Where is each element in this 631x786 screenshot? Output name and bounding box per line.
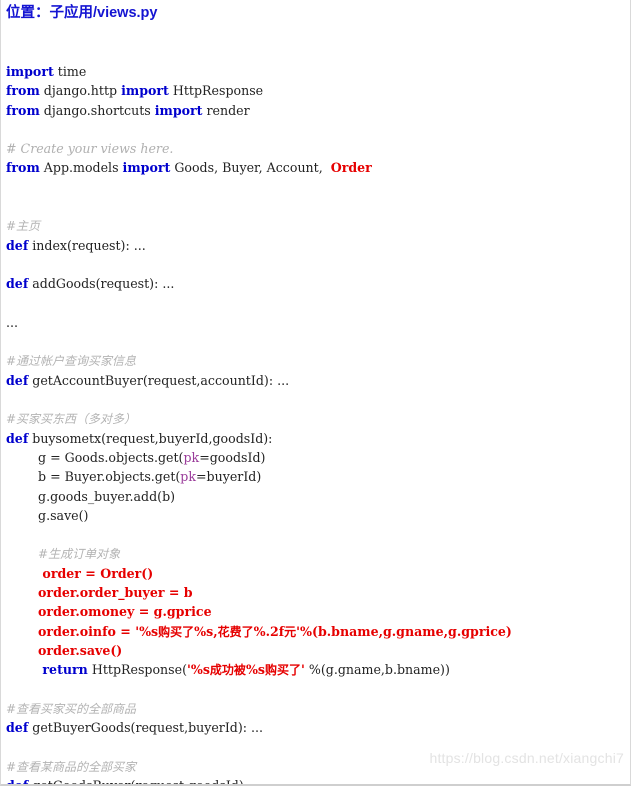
code-token-kw: from: [6, 83, 40, 99]
cjk-text: 元: [284, 624, 297, 639]
code-token-plain: HttpResponse(: [87, 662, 187, 678]
code-token-param: pk: [183, 449, 200, 465]
code-line: g.goods_buyer.add(b): [6, 487, 628, 506]
code-token-kw: from: [6, 102, 40, 118]
cjk-text: 购买了: [265, 663, 302, 678]
code-line: def getBuyerGoods(request,buyerId): ...: [6, 718, 628, 737]
code-token-plain: =goodsId): [199, 449, 266, 465]
code-line: from App.models import Goods, Buyer, Acc…: [6, 158, 628, 177]
code-token-hl: order.omoney = g.gprice: [38, 604, 212, 620]
code-token-cmt-cjk: #买家买东西（多对多）: [6, 412, 137, 427]
code-line: def getGoodsBuyer(request,goodsId): ...: [6, 776, 628, 786]
code-token-param: pk: [180, 469, 196, 485]
code-line: order.oinfo = '%s购买了%s,花费了%.2f元'%(b.bnam…: [6, 622, 628, 641]
code-token-hl: order.order_buyer = b: [38, 585, 193, 601]
code-token-plain: =buyerId): [196, 469, 262, 485]
code-token-hl: order.oinfo = '%s购买了%s,花费了%.2f元'%(b.bnam…: [38, 623, 512, 639]
code-token-cmt-cjk: #查看买家买的全部商品: [6, 701, 137, 716]
code-token-kw: import: [6, 64, 54, 79]
code-listing-page: 位置：子应用/views.py import time from django.h…: [0, 0, 631, 786]
code-token-kw: def: [6, 237, 29, 253]
code-token-hl: order = Order(): [38, 565, 154, 581]
code-token-plain: getGoodsBuyer(request,goodsId): ...: [28, 777, 265, 786]
code-token-cmt-cjk: #主页: [6, 219, 41, 234]
code-line: from django.shortcuts import render: [6, 101, 628, 120]
code-line: #查看买家买的全部商品: [6, 699, 628, 718]
code-token-plain: Goods, Buyer, Account,: [170, 160, 331, 176]
code-line: def buysometx(request,buyerId,goodsId):: [6, 429, 628, 448]
code-line: import time: [6, 62, 628, 81]
code-token-plain: ...: [6, 314, 19, 330]
code-token-cmt-cjk: #通过帐户查询买家信息: [6, 354, 137, 369]
code-line: order.save(): [6, 641, 628, 660]
code-token-kw: import: [154, 102, 203, 118]
code-token-plain: g.goods_buyer.add(b): [38, 488, 176, 504]
code-block: import time from django.http import HttpR…: [6, 62, 628, 786]
page-title: 位置：子应用/views.py: [6, 5, 158, 21]
code-line: def getAccountBuyer(request,accountId): …: [6, 371, 628, 390]
code-line: def index(request): ...: [6, 236, 628, 255]
code-token-hl: Order: [330, 160, 372, 176]
code-line: #通过帐户查询买家信息: [6, 351, 628, 370]
code-line: g = Goods.objects.get(pk=goodsId): [6, 448, 628, 467]
code-line: #生成订单对象: [6, 544, 628, 563]
code-token-plain: render: [202, 102, 250, 118]
code-line: return HttpResponse('%s成功被%s购买了' %(g.gna…: [6, 660, 628, 679]
cjk-text: 购买了: [158, 624, 195, 639]
watermark-text: https://blog.csdn.net/xiangchi7: [429, 750, 624, 766]
code-token-kw: import: [121, 83, 169, 99]
code-token-kw: def: [6, 276, 29, 292]
code-token-kw: def: [6, 430, 29, 446]
code-token-cmt: # Create your views here.: [6, 141, 174, 157]
code-token-plain: %(g.gname,b.bname)): [304, 662, 450, 678]
code-token-plain: g = Goods.objects.get(: [38, 449, 184, 465]
code-line: from django.http import HttpResponse: [6, 81, 628, 100]
code-token-cmt-cjk: #生成订单对象: [38, 547, 121, 562]
code-token-kw: return: [38, 662, 88, 678]
code-line: ...: [6, 313, 628, 332]
code-token-kw: def: [6, 777, 29, 786]
code-token-plain: App.models: [39, 160, 123, 176]
code-token-plain: index(request): ...: [28, 237, 146, 253]
code-token-plain: django.http: [39, 83, 122, 99]
code-token-hl: order.save(): [38, 642, 123, 658]
code-token-plain: time: [53, 64, 87, 79]
code-token-plain: django.shortcuts: [39, 102, 155, 118]
code-line: order.omoney = g.gprice: [6, 602, 628, 621]
code-token-hl: '%s成功被%s购买了': [187, 662, 305, 678]
cjk-text: 花费了: [217, 624, 254, 639]
code-line: #买家买东西（多对多）: [6, 409, 628, 428]
code-token-plain: buysometx(request,buyerId,goodsId):: [28, 430, 273, 446]
code-token-plain: addGoods(request): ...: [28, 276, 175, 292]
cjk-text: 成功被: [209, 663, 246, 678]
code-token-cmt-cjk: #查看某商品的全部买家: [6, 759, 137, 774]
code-token-kw: import: [122, 160, 171, 176]
code-line: b = Buyer.objects.get(pk=buyerId): [6, 467, 628, 486]
code-token-plain: getAccountBuyer(request,accountId): ...: [28, 372, 290, 388]
code-token-plain: g.save(): [38, 507, 89, 523]
code-line: g.save(): [6, 506, 628, 525]
code-line: order = Order(): [6, 564, 628, 583]
code-line: def addGoods(request): ...: [6, 274, 628, 293]
code-line: #主页: [6, 216, 628, 235]
code-token-kw: def: [6, 720, 29, 736]
code-token-plain: getBuyerGoods(request,buyerId): ...: [28, 720, 264, 736]
code-token-kw: from: [6, 160, 40, 176]
code-line: order.order_buyer = b: [6, 583, 628, 602]
code-token-plain: b = Buyer.objects.get(: [38, 469, 181, 485]
code-token-plain: HttpResponse: [168, 83, 264, 99]
code-line: # Create your views here.: [6, 139, 628, 158]
code-token-kw: def: [6, 372, 29, 388]
